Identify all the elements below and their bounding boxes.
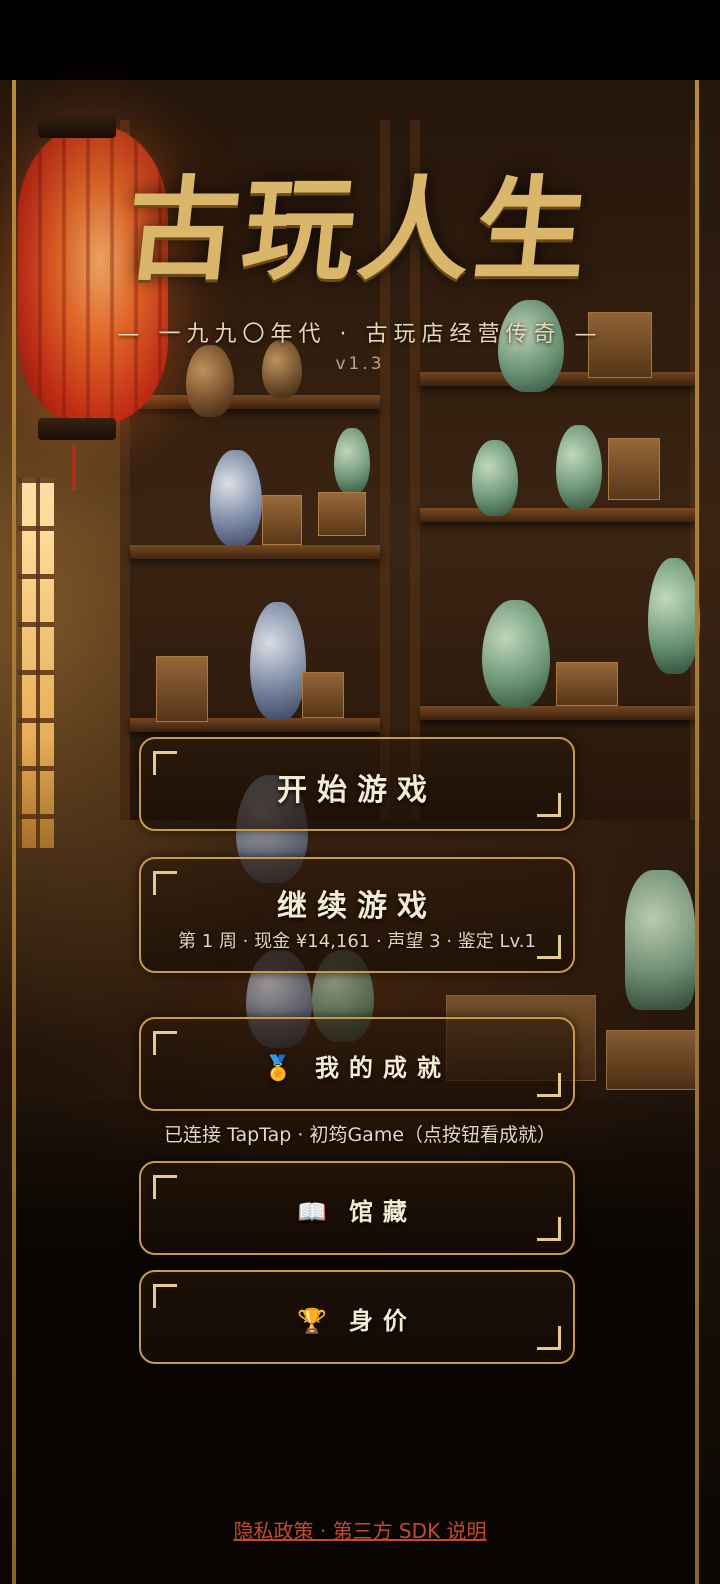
medal-icon: 🏅 [263,1054,293,1082]
achievements-button[interactable]: 🏅 我的成就 [139,1017,575,1111]
gold-frame-right [695,80,699,1584]
collection-button[interactable]: 📖 馆藏 [139,1161,575,1255]
game-title: 古玩人生 [120,165,598,296]
corner-ornament [537,1073,561,1097]
gold-frame-left [12,80,16,1584]
taptap-status: 已连接 TapTap · 初筠Game（点按钮看成就） [163,1124,557,1146]
corner-ornament [537,935,561,959]
status-bar [0,0,720,80]
continue-game-button[interactable]: 继续游戏 第 1 周 · 现金 ¥14,161 · 声望 3 · 鉴定 Lv.1 [139,857,575,973]
start-game-button[interactable]: 开始游戏 [139,737,575,831]
net-worth-button[interactable]: 🏆 身价 [139,1270,575,1364]
trophy-icon: 🏆 [297,1307,327,1335]
net-worth-label: 身价 [348,1307,417,1335]
corner-ornament [537,793,561,817]
version-label: v1.3 [335,354,385,374]
start-game-label: 开始游戏 [277,773,437,808]
save-summary: 第 1 周 · 现金 ¥14,161 · 声望 3 · 鉴定 Lv.1 [178,931,536,952]
corner-ornament [537,1326,561,1350]
continue-game-label: 继续游戏 [277,889,437,924]
privacy-policy-link[interactable]: 隐私政策 · 第三方 SDK 说明 [160,1515,560,1544]
book-icon: 📖 [297,1198,327,1226]
collection-label: 馆藏 [348,1198,417,1226]
game-subtitle: — 一九九〇年代 · 古玩店经营传奇 — [117,322,603,347]
achievements-label: 我的成就 [314,1054,451,1082]
corner-ornament [537,1217,561,1241]
